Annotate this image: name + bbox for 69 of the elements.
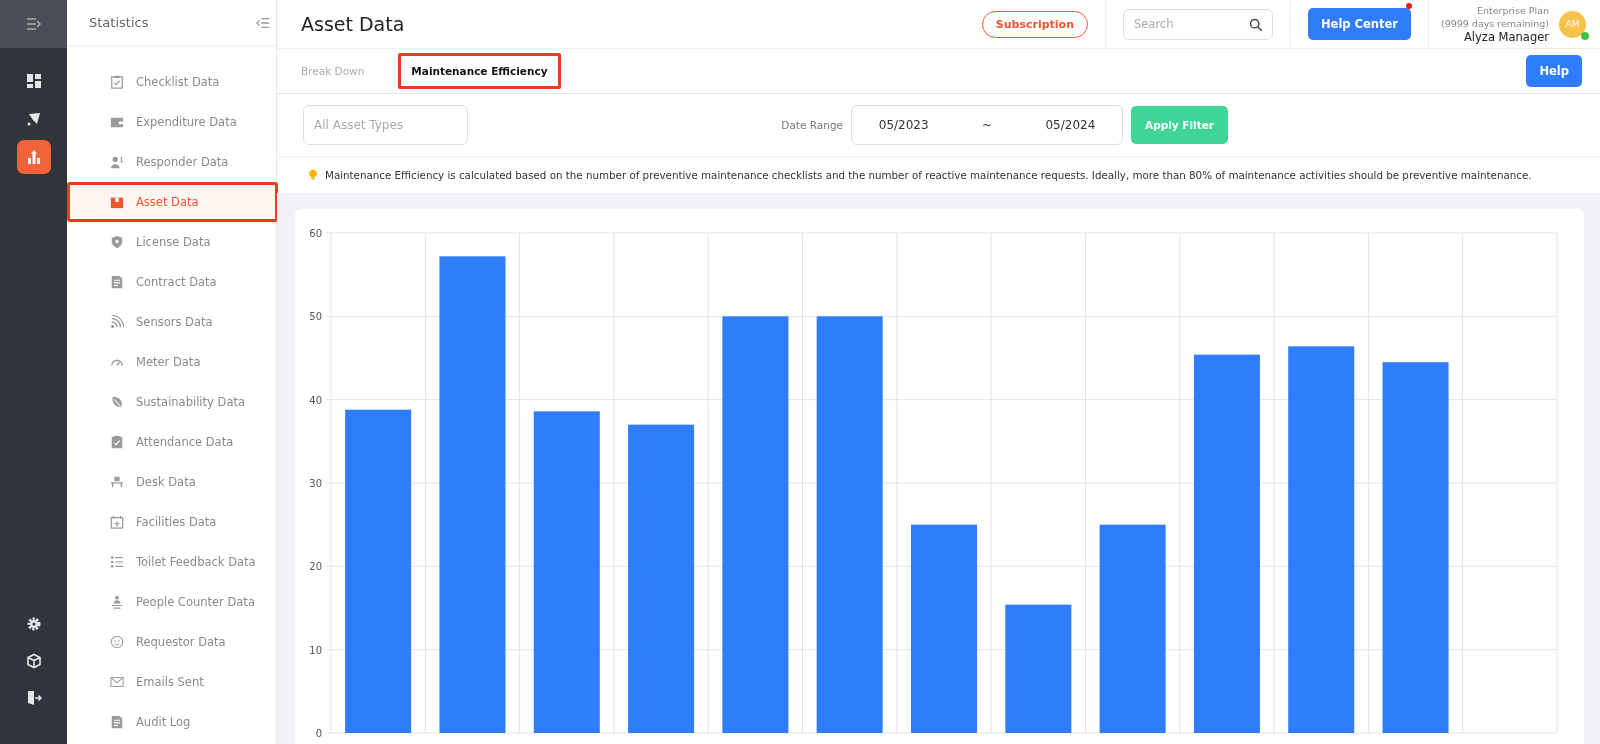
info-text: Maintenance Efficiency is calculated based on the number of preventive maintenance checklists and the number of reactive maintenance requests. Ideally, more than 80% of maintenance activities should be preventive maintenance. [325,169,1532,181]
collapse-menu-icon[interactable] [256,15,270,30]
y-tick-label: 10 [309,644,322,656]
document-icon [110,715,124,729]
tab[interactable]: Maintenance Efficiency [398,53,561,89]
settings-icon[interactable] [25,616,42,632]
clipboard-icon [110,435,124,449]
sidebar-item[interactable]: Sustainability Data [67,382,276,422]
sidebar-title: Statistics [89,15,149,30]
apply-filter-button[interactable]: Apply Filter [1131,106,1228,144]
exit-icon[interactable] [25,690,42,706]
checklist-icon [110,75,124,89]
envelope-icon [110,675,124,689]
document-icon [110,275,124,289]
date-range-field[interactable]: 05/2023 ~ 05/2024 [851,105,1124,145]
asset-type-select[interactable]: All Asset Types [303,105,468,145]
notification-dot [1405,3,1412,9]
online-status-dot [1581,31,1589,40]
signal-icon [110,315,124,329]
expand-menu-icon[interactable] [25,16,42,32]
lightbulb-icon [307,169,319,181]
y-tick-label: 40 [309,394,322,406]
box-icon [110,195,124,209]
days-remaining: (9999 days remaining) [1440,17,1549,30]
dashboard-icon [25,73,42,89]
sidebar-item[interactable]: Emails Sent [67,662,276,702]
wallet-icon [110,115,124,129]
sidebar-item[interactable]: Attendance Data [67,422,276,462]
sidebar-item[interactable]: Toilet Feedback Data [67,542,276,582]
date-range-label: Date Range [781,119,844,131]
leaf-icon [110,395,124,409]
desk-icon [110,475,124,489]
subscription-button[interactable]: Subscription [981,10,1088,38]
sidebar-item[interactable]: Sensors Data [67,302,276,342]
y-tick-label: 0 [315,728,322,739]
sidebar-item[interactable]: Contract Data [67,262,276,302]
sidebar-item[interactable]: Meter Data [67,342,276,382]
calendar-icon [110,515,124,529]
page-title: Asset Data [301,13,405,35]
sidebar-item[interactable]: Facilities Data [67,502,276,542]
shield-icon [110,235,124,249]
person-icon [110,155,124,169]
help-center-button[interactable]: Help Center [1307,8,1411,40]
help-button[interactable]: Help [1526,55,1582,87]
search-icon [1248,17,1263,32]
y-tick-label: 30 [309,478,322,489]
rail-item[interactable] [16,140,51,174]
sidebar-item[interactable]: People Counter Data [67,582,276,622]
user-name: Alyza Manager [1464,30,1549,44]
bar-chart-icon [25,149,42,165]
sidebar-item[interactable]: Requestor Data [67,622,276,662]
person-icon [110,595,124,609]
sidebar-item[interactable]: Asset Data [67,182,278,222]
tab[interactable]: Break Down [301,54,375,88]
sidebar-item[interactable]: Checklist Data [67,62,276,102]
plan-label: Enterprise Plan [1476,4,1549,17]
sidebar-item[interactable]: Expenditure Data [67,102,276,142]
sidebar-item[interactable]: Audit Log [67,702,276,742]
sidebar-item[interactable]: License Data [67,222,276,262]
y-tick-label: 20 [309,561,322,573]
sidebar-item[interactable]: Responder Data [67,142,276,182]
sidebar-item[interactable]: Desk Data [67,462,276,502]
smiley-icon [110,635,124,649]
cube-icon[interactable] [25,653,42,669]
y-tick-label: 60 [309,228,322,239]
search-field[interactable]: Search [1122,8,1273,40]
flag-icon [25,111,42,127]
list-icon [110,555,124,569]
y-tick-label: 50 [309,311,322,323]
